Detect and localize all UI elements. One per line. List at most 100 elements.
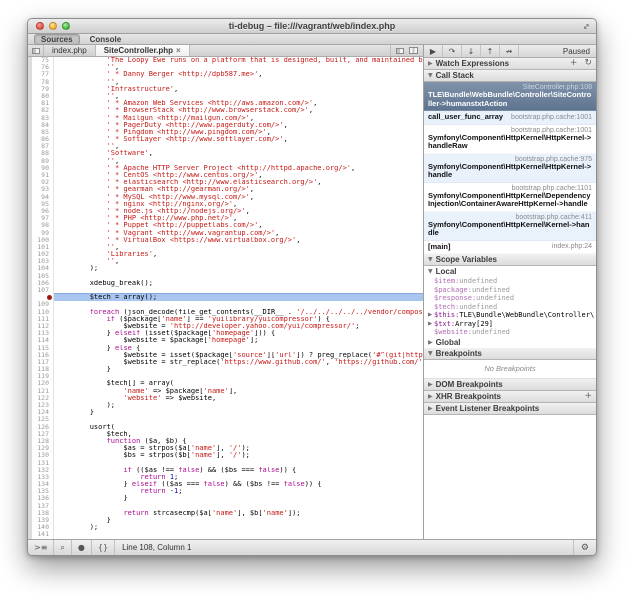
call-stack-frame[interactable]: call_user_func_arraybootstrap.php.cache:… (424, 111, 596, 125)
code-line[interactable]: 124 } (28, 409, 423, 416)
code-line[interactable]: 127 $tech, (28, 431, 423, 438)
code-line[interactable]: 131 (28, 460, 423, 467)
scope-global-group[interactable]: ▶ Global (424, 337, 596, 348)
code-line[interactable]: 121 'name' => $package['name'], (28, 388, 423, 395)
code-line[interactable]: 122 'website' => $website, (28, 395, 423, 402)
code-line[interactable]: 113 } elseif (isset($package['homepage']… (28, 330, 423, 337)
code-line[interactable]: 96 ' * node.js <http://nodejs.org/>', (28, 208, 423, 215)
call-stack-frame[interactable]: SiteController.php:108TLE\Bundle\WebBund… (424, 82, 596, 111)
close-tab-icon[interactable]: × (176, 46, 181, 55)
code-line[interactable]: 136 } (28, 495, 423, 502)
code-line[interactable]: 89 '', (28, 158, 423, 165)
code-line[interactable]: 130 $bs = strpos($b['name'], '/'); (28, 452, 423, 459)
code-line[interactable]: 85 ' * Pingdom <http://www.pingdom.com/>… (28, 129, 423, 136)
code-line[interactable]: 94 ' * MySQL <http://www.mysql.com/>', (28, 194, 423, 201)
dom-breakpoints-header[interactable]: ▶ DOM Breakpoints (424, 379, 596, 391)
code-line[interactable]: 86 ' * SoftLayer <http://www.softlayer.c… (28, 136, 423, 143)
code-line[interactable]: $tech = array(); (28, 294, 423, 301)
code-area[interactable]: 75 'The Loopy Ewe runs on a platform tha… (28, 57, 423, 539)
code-line[interactable]: 128 function ($a, $b) { (28, 438, 423, 445)
code-line[interactable]: 126 usort( (28, 424, 423, 431)
code-line[interactable]: 140 ); (28, 524, 423, 531)
code-line[interactable]: 75 'The Loopy Ewe runs on a platform tha… (28, 57, 423, 64)
code-line[interactable]: 90 ' * Apache HTTP Server Project <http:… (28, 165, 423, 172)
scope-variable[interactable]: ▶$txt: Array[29] (424, 320, 596, 329)
scope-variable[interactable]: ▶$this: TLE\Bundle\WebBundle\Controller\ (424, 311, 596, 320)
call-stack-frame[interactable]: bootstrap.php.cache:1001Symfony\Componen… (424, 125, 596, 154)
event-listener-breakpoints-header[interactable]: ▶ Event Listener Breakpoints (424, 403, 596, 415)
watch-expressions-header[interactable]: ▶ Watch Expressions + ↻ (424, 58, 596, 70)
code-line[interactable]: 82 ' * BrowserStack <http://www.browsers… (28, 107, 423, 114)
disable-breakpoints-icon[interactable]: ↛ (500, 45, 519, 57)
file-tab-index-php[interactable]: index.php (44, 45, 96, 56)
code-line[interactable]: 93 ' * gearman <http://gearman.org/>', (28, 186, 423, 193)
code-line[interactable]: 91 ' * CentOS <http://www.centos.org/>', (28, 172, 423, 179)
code-line[interactable]: 80 '', (28, 93, 423, 100)
code-line[interactable]: 112 $website = 'http://developer.yahoo.c… (28, 323, 423, 330)
code-line[interactable]: 95 ' * nginx <http://nginx.org/>', (28, 201, 423, 208)
scope-local-group[interactable]: ▼ Local (424, 266, 596, 277)
close-window-icon[interactable] (36, 22, 44, 30)
console-drawer-icon[interactable]: >≡ (28, 540, 54, 555)
code-line[interactable]: 141 (28, 531, 423, 538)
call-stack-header[interactable]: ▼ Call Stack (424, 70, 596, 82)
code-line[interactable]: 97 ' * PHP <http://www.php.net/>', (28, 215, 423, 222)
code-line[interactable]: 83 ' * Mailgun <http://mailgun.com/>', (28, 115, 423, 122)
code-line[interactable]: 111 if ($package['name'] == 'yuilibrary/… (28, 316, 423, 323)
split-view-icon[interactable] (409, 47, 418, 54)
code-line[interactable]: 92 ' * elasticsearch <http://www.elastic… (28, 179, 423, 186)
zoom-window-icon[interactable] (62, 22, 70, 30)
minimize-window-icon[interactable] (49, 22, 57, 30)
code-line[interactable]: 76 '', (28, 64, 423, 71)
code-line[interactable]: 123 ); (28, 402, 423, 409)
code-line[interactable]: 134 } elseif (($as === false) && ($bs !=… (28, 481, 423, 488)
code-line[interactable]: 99 ' * Vagrant <http://www.vagrantup.com… (28, 230, 423, 237)
dock-panel-icon[interactable] (396, 48, 404, 54)
call-stack-frame[interactable]: bootstrap.php.cache:411Symfony\Component… (424, 212, 596, 241)
call-stack-frame[interactable]: bootstrap.php.cache:1101Symfony\Componen… (424, 183, 596, 212)
resize-icon[interactable]: ↔ (581, 20, 592, 31)
code-line[interactable]: 100 ' * VirtualBox <https://www.virtualb… (28, 237, 423, 244)
code-line[interactable]: 106 xdebug_break(); (28, 280, 423, 287)
show-navigator-icon[interactable] (28, 45, 44, 56)
code-line[interactable]: 105 (28, 273, 423, 280)
tab-sources[interactable]: Sources (34, 34, 80, 45)
code-line[interactable]: 77 ' * Danny Berger <http://dpb587.me>', (28, 71, 423, 78)
code-line[interactable]: 118 } (28, 366, 423, 373)
code-line[interactable]: 133 return 1; (28, 474, 423, 481)
code-line[interactable]: 98 ' * Puppet <http://puppetlabs.com/>', (28, 222, 423, 229)
add-xhr-breakpoint-icon[interactable]: + (584, 392, 592, 401)
call-stack-frame[interactable]: [main]index.php:24 (424, 241, 596, 255)
scope-variables-header[interactable]: ▼ Scope Variables (424, 254, 596, 266)
code-line[interactable]: 135 return -1; (28, 488, 423, 495)
code-line[interactable]: 132 if (($as !== false) && ($bs === fals… (28, 467, 423, 474)
resume-icon[interactable]: ▶ (424, 45, 443, 57)
add-watch-icon[interactable]: + (570, 59, 578, 68)
code-line[interactable]: 78 '', (28, 79, 423, 86)
code-line[interactable]: 119 (28, 373, 423, 380)
tab-console[interactable]: Console (84, 35, 128, 44)
line-number[interactable]: 141 (28, 531, 54, 538)
code-line[interactable]: 138 return strcasecmp($a['name'], $b['na… (28, 510, 423, 517)
code-line[interactable]: 87 '', (28, 143, 423, 150)
step-into-icon[interactable]: ↓ (462, 45, 481, 57)
gear-icon[interactable]: ⚙ (573, 540, 596, 555)
code-line[interactable]: 101 '', (28, 244, 423, 251)
step-out-icon[interactable]: ↑ (481, 45, 500, 57)
file-tab-sitecontroller-php[interactable]: SiteController.php × (96, 45, 190, 56)
code-line[interactable]: 84 ' * PagerDuty <http://www.pagerduty.c… (28, 122, 423, 129)
code-line[interactable]: 102 'Libraries', (28, 251, 423, 258)
call-stack-frame[interactable]: bootstrap.php.cache:975Symfony\Component… (424, 154, 596, 183)
code-line[interactable]: 116 $website = isset($package['source'][… (28, 352, 423, 359)
code-line[interactable]: 110 foreach (json_decode(file_get_conten… (28, 309, 423, 316)
record-icon[interactable]: ● (72, 540, 92, 555)
code-line[interactable]: 88 'Software', (28, 150, 423, 157)
pretty-print-icon[interactable]: {} (92, 540, 115, 555)
breakpoints-header[interactable]: ▼ Breakpoints (424, 348, 596, 360)
line-number[interactable]: 107 (28, 287, 54, 294)
code-line[interactable]: 79 'Infrastructure', (28, 86, 423, 93)
code-line[interactable]: 115 } else { (28, 345, 423, 352)
code-line[interactable]: 137 (28, 503, 423, 510)
code-line[interactable]: 104 ); (28, 265, 423, 272)
code-line[interactable]: 120 $tech[] = array( (28, 380, 423, 387)
